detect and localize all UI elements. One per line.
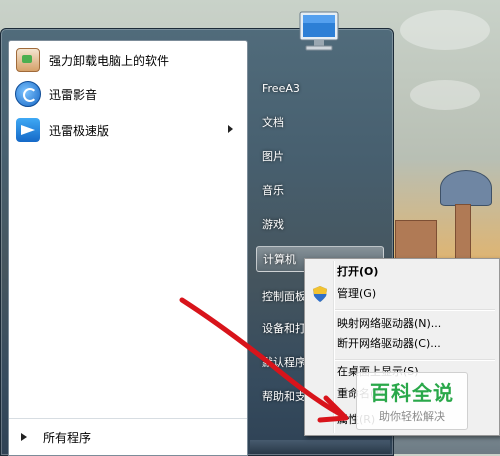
program-label: 迅雷影音	[49, 87, 98, 102]
computer-icon	[299, 11, 339, 51]
programs-pane: 强力卸载电脑上的软件 迅雷影音 迅雷极速版 所有程序	[8, 40, 248, 456]
menu-item-open[interactable]: 打开(O)	[337, 261, 378, 283]
uninstaller-icon	[15, 47, 41, 73]
right-item-games[interactable]: 游戏	[256, 212, 384, 238]
shutdown-area	[250, 440, 390, 454]
program-label: 强力卸载电脑上的软件	[49, 53, 170, 68]
program-item-xunlei-player[interactable]: 迅雷影音	[15, 79, 243, 109]
submenu-arrow-icon	[228, 125, 233, 133]
watermark-subtitle: 助你轻松解决	[379, 410, 445, 423]
menu-item-map-drive[interactable]: 映射网络驱动器(N)...	[337, 313, 441, 335]
program-item-uninstaller[interactable]: 强力卸载电脑上的软件	[15, 45, 243, 75]
right-item-music[interactable]: 音乐	[256, 178, 384, 204]
menu-separator	[335, 309, 495, 311]
right-item-user[interactable]: FreeA3	[256, 76, 384, 102]
arrow-right-icon	[21, 433, 27, 441]
right-item-documents[interactable]: 文档	[256, 110, 384, 136]
program-label: 迅雷极速版	[49, 123, 110, 138]
menu-gutter	[333, 261, 335, 433]
wallpaper-tower	[440, 170, 492, 206]
uac-shield-icon	[313, 286, 327, 302]
menu-item-manage[interactable]: 管理(G)	[337, 283, 376, 305]
right-item-pictures[interactable]: 图片	[256, 144, 384, 170]
wallpaper-cloud	[410, 80, 480, 110]
xunlei-bird-icon	[15, 117, 41, 143]
watermark-title: 百科全说	[370, 383, 454, 405]
all-programs-label: 所有程序	[43, 430, 92, 445]
wallpaper-cloud	[400, 10, 490, 50]
xunlei-player-icon	[15, 81, 41, 107]
watermark: 百科全说 助你轻松解决	[356, 372, 468, 430]
program-item-xunlei-speed[interactable]: 迅雷极速版	[15, 115, 243, 145]
all-programs-button[interactable]: 所有程序	[9, 418, 247, 455]
menu-item-disconnect-drive[interactable]: 断开网络驱动器(C)...	[337, 333, 441, 355]
